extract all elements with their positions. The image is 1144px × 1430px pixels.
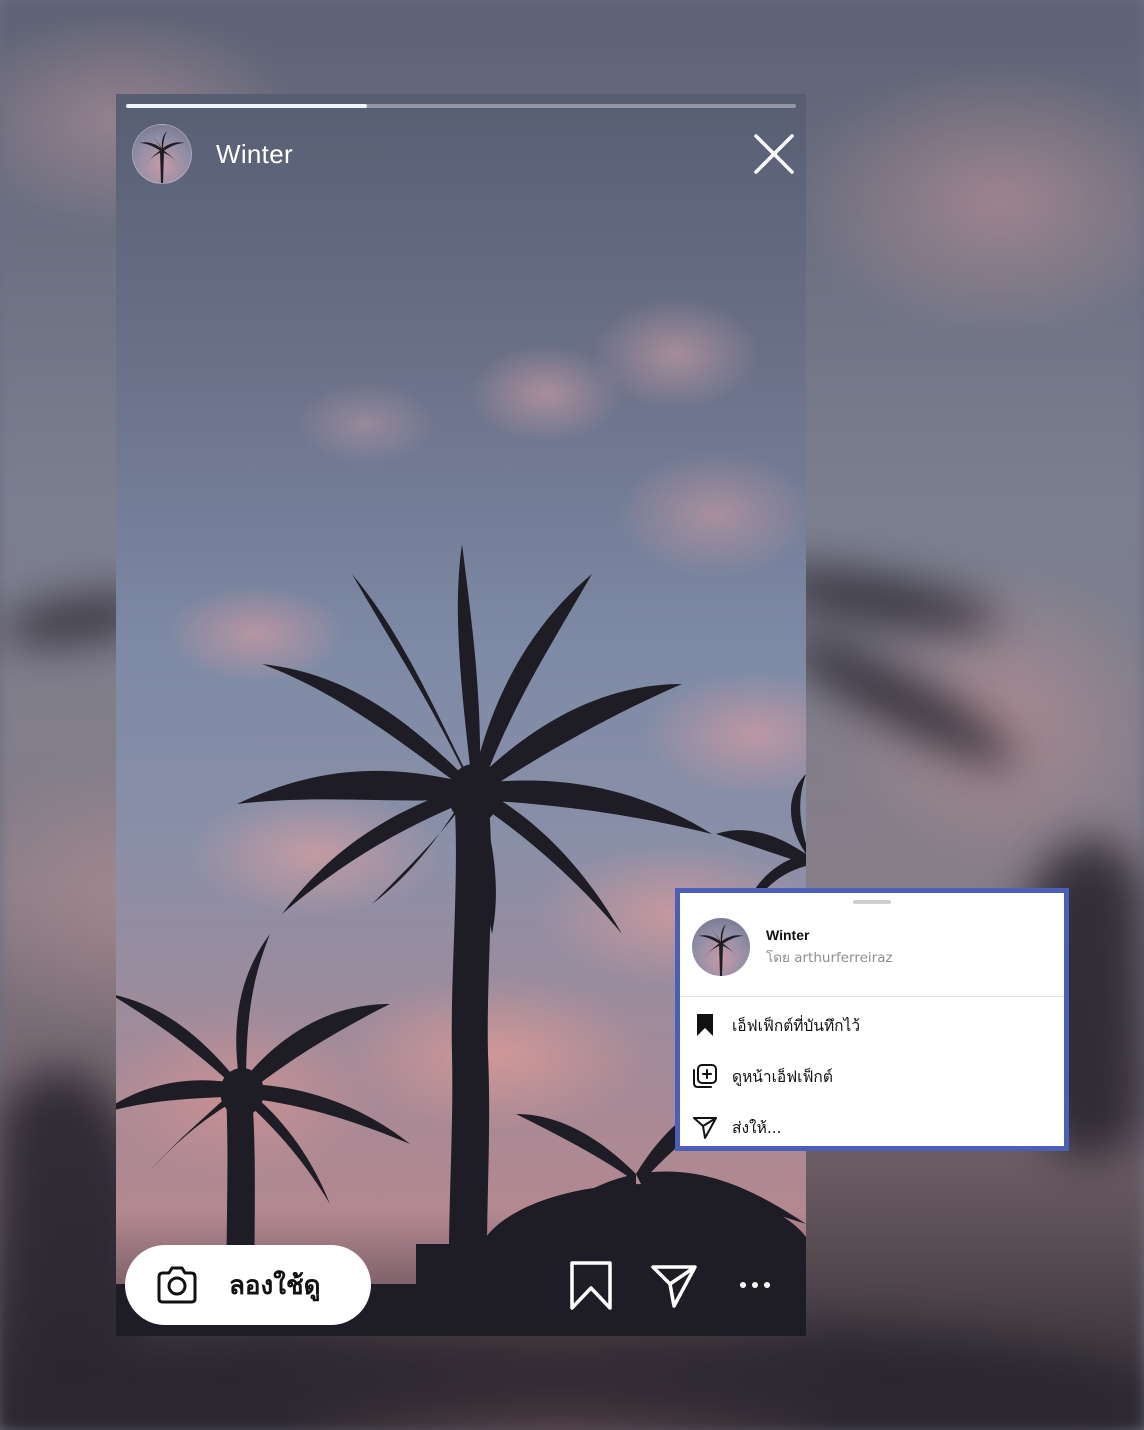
more-options-icon[interactable] — [738, 1276, 772, 1294]
sheet-effect-info: Winter โดย arthurferreiraz — [692, 918, 893, 976]
effect-avatar[interactable] — [132, 124, 192, 184]
menu-item-label: ส่งให้... — [732, 1118, 782, 1137]
story-title: Winter — [216, 138, 293, 169]
story-progress-fill — [126, 104, 368, 108]
sheet-effect-creator: โดย arthurferreiraz — [766, 949, 893, 966]
menu-item-send-to[interactable]: ส่งให้... — [692, 1112, 782, 1142]
try-it-label: ลองใช้ดู — [229, 1270, 321, 1301]
palm-avatar-icon — [698, 924, 744, 976]
story-progress-bar — [126, 104, 796, 108]
menu-item-label: เอ็ฟเฟ็กต์ที่บันทึกไว้ — [732, 1016, 861, 1035]
close-icon[interactable] — [752, 132, 796, 176]
menu-item-view-effect-page[interactable]: ดูหน้าเอ็ฟเฟ็กต์ — [692, 1061, 833, 1091]
camera-icon — [157, 1266, 197, 1304]
menu-item-label: ดูหน้าเอ็ฟเฟ็กต์ — [732, 1067, 833, 1086]
menu-item-saved-effects[interactable]: เอ็ฟเฟ็กต์ที่บันทึกไว้ — [692, 1010, 860, 1040]
save-bookmark-icon[interactable] — [568, 1260, 614, 1312]
story-header: Winter — [132, 124, 293, 184]
bookmark-filled-icon — [697, 1014, 713, 1036]
effect-options-sheet: Winter โดย arthurferreiraz เอ็ฟเฟ็กต์ที่… — [675, 888, 1069, 1151]
send-icon — [693, 1117, 717, 1139]
sheet-divider — [680, 996, 1064, 997]
effect-page-icon — [693, 1064, 717, 1088]
sheet-grabber[interactable] — [853, 900, 891, 904]
sheet-effect-name: Winter — [766, 926, 810, 943]
send-icon[interactable] — [650, 1262, 698, 1310]
try-it-button[interactable]: ลองใช้ดู — [125, 1245, 371, 1325]
palm-avatar-icon — [139, 131, 185, 183]
sheet-effect-avatar — [692, 918, 750, 976]
